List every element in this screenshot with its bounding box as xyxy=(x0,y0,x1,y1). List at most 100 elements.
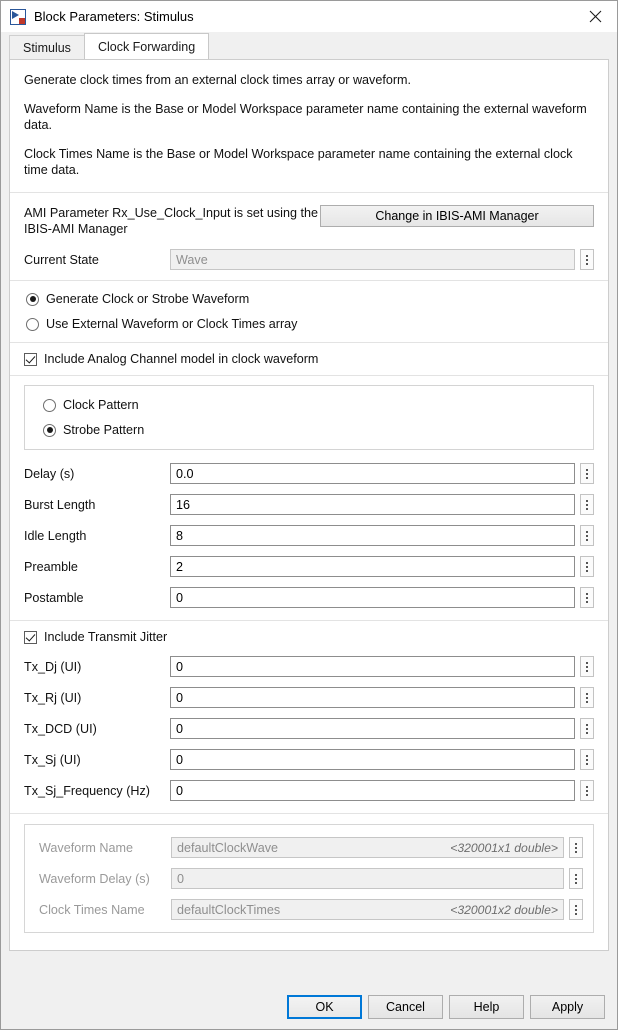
tx-dj-options-button[interactable] xyxy=(580,656,594,677)
external-waveform-groupbox: Waveform Name defaultClockWave <320001x1… xyxy=(24,824,594,933)
radio-indicator xyxy=(26,317,39,331)
field-row-tx-dj: Tx_Dj (UI) 0 xyxy=(24,656,594,677)
simulink-block-icon xyxy=(10,8,26,25)
radio-clock-pattern[interactable]: Clock Pattern xyxy=(43,398,593,412)
checkbox-include-transmit-jitter[interactable]: Include Transmit Jitter xyxy=(24,630,594,644)
delay-input[interactable]: 0.0 xyxy=(170,463,575,484)
field-label: Preamble xyxy=(24,559,78,574)
description-panel: Generate clock times from an external cl… xyxy=(10,60,608,192)
preamble-options-button[interactable] xyxy=(580,556,594,577)
field-row-tx-sj-frequency: Tx_Sj_Frequency (Hz) 0 xyxy=(24,780,594,801)
radio-label: Generate Clock or Strobe Waveform xyxy=(46,292,250,306)
current-state-options-button[interactable] xyxy=(580,249,594,270)
idle-length-input[interactable]: 8 xyxy=(170,525,575,546)
title-bar: Block Parameters: Stimulus xyxy=(1,1,617,32)
field-label: Idle Length xyxy=(24,528,87,543)
waveform-name-options-button[interactable] xyxy=(569,837,583,858)
waveform-delay-input: 0 xyxy=(171,868,564,889)
burst-length-options-button[interactable] xyxy=(580,494,594,515)
preamble-input[interactable]: 2 xyxy=(170,556,575,577)
tx-sj-options-button[interactable] xyxy=(580,749,594,770)
field-row-delay: Delay (s) 0.0 xyxy=(24,463,594,484)
external-waveform-panel: Waveform Name defaultClockWave <320001x1… xyxy=(10,813,608,933)
field-row-waveform-name: Waveform Name defaultClockWave <320001x1… xyxy=(39,837,583,858)
tab-stimulus[interactable]: Stimulus xyxy=(9,35,85,59)
checkbox-label: Include Transmit Jitter xyxy=(44,630,168,644)
clock-times-name-input: defaultClockTimes <320001x2 double> xyxy=(171,899,564,920)
field-label: Tx_Sj (UI) xyxy=(24,752,81,767)
radio-label: Use External Waveform or Clock Times arr… xyxy=(46,317,298,331)
dialog-button-bar: OK Cancel Help Apply xyxy=(1,951,617,1029)
field-label: Tx_Sj_Frequency (Hz) xyxy=(24,783,150,798)
ami-parameter-note: AMI Parameter Rx_Use_Clock_Input is set … xyxy=(24,206,318,236)
field-label: Delay (s) xyxy=(24,466,75,481)
radio-label: Clock Pattern xyxy=(63,398,139,412)
field-label: Clock Times Name xyxy=(39,902,145,917)
postamble-options-button[interactable] xyxy=(580,587,594,608)
tab-content-panel: Generate clock times from an external cl… xyxy=(9,59,609,951)
analog-channel-panel: Include Analog Channel model in clock wa… xyxy=(10,342,608,375)
tx-sj-input[interactable]: 0 xyxy=(170,749,575,770)
field-row-burst-length: Burst Length 16 xyxy=(24,494,594,515)
tx-rj-options-button[interactable] xyxy=(580,687,594,708)
tab-clock-forwarding[interactable]: Clock Forwarding xyxy=(83,33,210,59)
radio-indicator xyxy=(43,398,56,412)
field-row-preamble: Preamble 2 xyxy=(24,556,594,577)
tx-sj-frequency-options-button[interactable] xyxy=(580,780,594,801)
clock-times-name-options-button[interactable] xyxy=(569,899,583,920)
field-row-tx-rj: Tx_Rj (UI) 0 xyxy=(24,687,594,708)
field-label: Waveform Name xyxy=(39,840,134,855)
ami-parameter-panel: AMI Parameter Rx_Use_Clock_Input is set … xyxy=(10,192,608,280)
field-label: Burst Length xyxy=(24,497,96,512)
radio-indicator xyxy=(43,423,56,437)
current-state-label: Current State xyxy=(24,252,99,267)
field-label: Waveform Delay (s) xyxy=(39,871,150,886)
description-paragraph-1: Generate clock times from an external cl… xyxy=(24,73,412,87)
help-button[interactable]: Help xyxy=(449,995,524,1019)
pattern-groupbox: Clock Pattern Strobe Pattern xyxy=(24,385,594,450)
radio-generate-clock-or-strobe-waveform[interactable]: Generate Clock or Strobe Waveform xyxy=(26,292,592,306)
tx-dcd-input[interactable]: 0 xyxy=(170,718,575,739)
description-paragraph-3: Clock Times Name is the Base or Model Wo… xyxy=(24,147,573,177)
radio-strobe-pattern[interactable]: Strobe Pattern xyxy=(43,423,593,437)
field-row-waveform-delay: Waveform Delay (s) 0 xyxy=(39,868,583,889)
clock-source-mode-panel: Generate Clock or Strobe Waveform Use Ex… xyxy=(10,280,608,342)
delay-options-button[interactable] xyxy=(580,463,594,484)
waveform-name-size-hint: <320001x1 double> xyxy=(450,840,558,855)
checkbox-indicator xyxy=(24,630,37,644)
description-paragraph-2: Waveform Name is the Base or Model Works… xyxy=(24,102,587,132)
field-row-tx-sj: Tx_Sj (UI) 0 xyxy=(24,749,594,770)
checkbox-include-analog-channel-model[interactable]: Include Analog Channel model in clock wa… xyxy=(24,352,594,366)
field-row-tx-dcd: Tx_DCD (UI) 0 xyxy=(24,718,594,739)
field-label: Tx_DCD (UI) xyxy=(24,721,97,736)
waveform-delay-options-button[interactable] xyxy=(569,868,583,889)
waveform-name-input: defaultClockWave <320001x1 double> xyxy=(171,837,564,858)
tx-dcd-options-button[interactable] xyxy=(580,718,594,739)
burst-length-input[interactable]: 16 xyxy=(170,494,575,515)
block-parameters-dialog: Block Parameters: Stimulus Stimulus Cloc… xyxy=(0,0,618,1030)
postamble-input[interactable]: 0 xyxy=(170,587,575,608)
tx-sj-frequency-input[interactable]: 0 xyxy=(170,780,575,801)
field-label: Tx_Dj (UI) xyxy=(24,659,82,674)
window-title: Block Parameters: Stimulus xyxy=(34,9,194,24)
field-label: Tx_Rj (UI) xyxy=(24,690,82,705)
current-state-field: Wave xyxy=(170,249,575,270)
cancel-button[interactable]: Cancel xyxy=(368,995,443,1019)
pattern-and-parameters-panel: Clock Pattern Strobe Pattern Delay (s) 0… xyxy=(10,375,608,620)
tx-rj-input[interactable]: 0 xyxy=(170,687,575,708)
idle-length-options-button[interactable] xyxy=(580,525,594,546)
pattern-parameter-list: Delay (s) 0.0 Burst Length 16 Idle Lengt… xyxy=(10,450,608,620)
transmit-jitter-panel: Include Transmit Jitter Tx_Dj (UI) 0 Tx_… xyxy=(10,620,608,813)
tx-dj-input[interactable]: 0 xyxy=(170,656,575,677)
close-icon[interactable] xyxy=(573,1,617,32)
radio-use-external-waveform-or-clock-times-array[interactable]: Use External Waveform or Clock Times arr… xyxy=(26,317,592,331)
tab-strip: Stimulus Clock Forwarding xyxy=(1,32,617,59)
field-row-idle-length: Idle Length 8 xyxy=(24,525,594,546)
field-row-postamble: Postamble 0 xyxy=(24,587,594,608)
ok-button[interactable]: OK xyxy=(287,995,362,1019)
radio-label: Strobe Pattern xyxy=(63,423,145,437)
field-label: Postamble xyxy=(24,590,84,605)
change-in-ibis-ami-manager-button[interactable]: Change in IBIS-AMI Manager xyxy=(320,205,594,227)
apply-button[interactable]: Apply xyxy=(530,995,605,1019)
checkbox-indicator xyxy=(24,352,37,366)
